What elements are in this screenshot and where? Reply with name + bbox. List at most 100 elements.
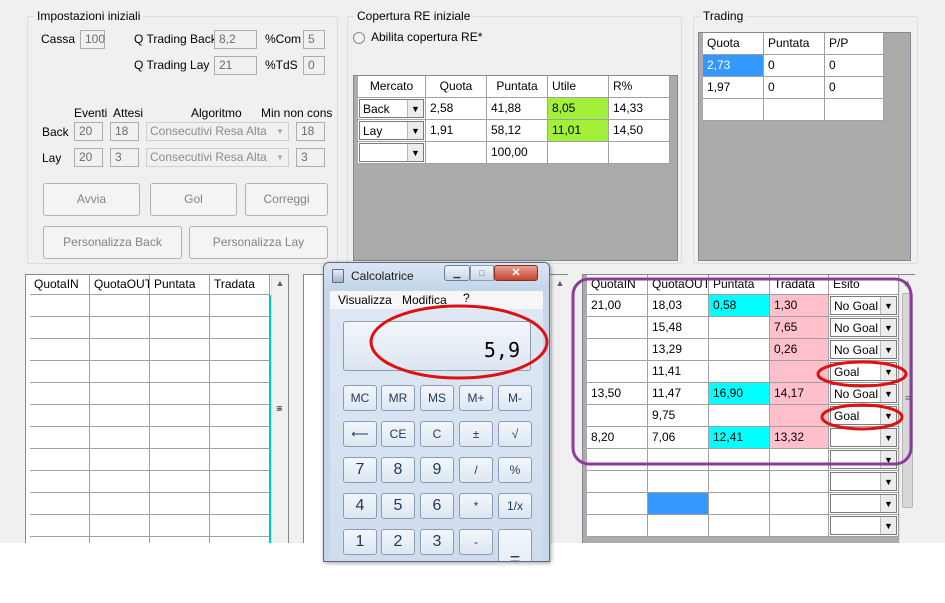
- digit-8-button[interactable]: 8: [381, 457, 415, 483]
- abilita-copertura-label[interactable]: Abilita copertura RE*: [371, 30, 482, 44]
- quotaout-cell[interactable]: [648, 471, 709, 493]
- tradata-cell[interactable]: 0,26: [770, 339, 829, 361]
- avvia-button[interactable]: Avvia: [43, 183, 140, 216]
- quotaout-cell[interactable]: [648, 515, 709, 537]
- correggi-button[interactable]: Correggi: [245, 183, 328, 216]
- subtract-button[interactable]: -: [459, 529, 493, 555]
- chevron-down-icon[interactable]: ▼: [880, 495, 896, 512]
- empty-cell[interactable]: [825, 99, 884, 121]
- chevron-down-icon[interactable]: ▼: [880, 363, 896, 380]
- digit-2-button[interactable]: 2: [381, 529, 415, 555]
- pp-cell[interactable]: 0: [825, 77, 884, 99]
- chevron-down-icon[interactable]: ▼: [880, 473, 896, 490]
- tradata-cell[interactable]: 7,65: [770, 317, 829, 339]
- multiply-button[interactable]: *: [459, 493, 493, 519]
- quotaout-cell[interactable]: [648, 493, 709, 515]
- chevron-down-icon[interactable]: ▼: [880, 451, 896, 468]
- tradata-cell[interactable]: [770, 515, 829, 537]
- puntata-cell[interactable]: 0: [764, 77, 825, 99]
- clear-button[interactable]: C: [420, 421, 454, 447]
- m-minus-button[interactable]: M-: [498, 385, 532, 411]
- quotain-cell[interactable]: 8,20: [587, 427, 648, 449]
- tradata-cell[interactable]: [770, 449, 829, 471]
- digit-6-button[interactable]: 6: [420, 493, 454, 519]
- scroll-up-icon[interactable]: ▲: [900, 275, 915, 292]
- ms-button[interactable]: MS: [420, 385, 454, 411]
- digit-7-button[interactable]: 7: [343, 457, 377, 483]
- digit-1-button[interactable]: 1: [343, 529, 377, 555]
- esito-cell[interactable]: Goal ▼: [829, 361, 899, 383]
- utile-cell[interactable]: [548, 142, 609, 164]
- esito-cell[interactable]: ▼: [829, 427, 899, 449]
- esito-select[interactable]: ▼: [830, 494, 897, 513]
- menu-help[interactable]: ?: [463, 291, 470, 305]
- esito-select[interactable]: No Goal ▼: [830, 340, 897, 359]
- puntata-cell[interactable]: [709, 405, 770, 427]
- tds-input[interactable]: 0: [303, 56, 325, 75]
- quotain-cell[interactable]: [587, 471, 648, 493]
- qlay-input[interactable]: 21: [214, 56, 257, 75]
- chevron-down-icon[interactable]: ▼: [880, 319, 896, 336]
- lay-eventi-input[interactable]: 20: [74, 148, 103, 167]
- empty-cell[interactable]: [764, 99, 825, 121]
- r-percent-cell[interactable]: 14,50: [609, 120, 670, 142]
- esito-select[interactable]: ▼: [830, 450, 897, 469]
- esito-select[interactable]: ▼: [830, 428, 897, 447]
- esito-cell[interactable]: No Goal ▼: [829, 295, 899, 317]
- puntata-cell[interactable]: 41,88: [487, 98, 548, 120]
- esito-cell[interactable]: No Goal ▼: [829, 383, 899, 405]
- mercato-select[interactable]: Back ▼: [359, 99, 424, 118]
- puntata-cell[interactable]: [709, 449, 770, 471]
- chevron-down-icon[interactable]: ▼: [880, 385, 896, 402]
- esito-cell[interactable]: No Goal ▼: [829, 317, 899, 339]
- quotain-cell[interactable]: [587, 493, 648, 515]
- esito-cell[interactable]: ▼: [829, 471, 899, 493]
- digit-5-button[interactable]: 5: [381, 493, 415, 519]
- lay-algoritmo-select[interactable]: Consecutivi Resa Alta ▼: [146, 148, 289, 167]
- r-percent-cell[interactable]: 14,33: [609, 98, 670, 120]
- puntata-cell[interactable]: [709, 339, 770, 361]
- divide-button[interactable]: /: [459, 457, 493, 483]
- chevron-down-icon[interactable]: ▼: [407, 144, 423, 161]
- gol-button[interactable]: Gol: [150, 183, 237, 216]
- close-icon[interactable]: ✕: [494, 265, 538, 281]
- quota-cell[interactable]: 1,91: [426, 120, 487, 142]
- quotain-cell[interactable]: [587, 339, 648, 361]
- equals-button[interactable]: =: [498, 529, 532, 561]
- backspace-button[interactable]: ⟵: [343, 421, 377, 447]
- scroll-up-icon[interactable]: ▲: [552, 275, 568, 292]
- puntata-cell[interactable]: 0: [764, 55, 825, 77]
- tradata-cell[interactable]: [770, 471, 829, 493]
- empty-cell[interactable]: [703, 99, 764, 121]
- m-plus-button[interactable]: M+: [459, 385, 493, 411]
- scroll-up-icon[interactable]: ▲: [272, 275, 288, 292]
- puntata-cell[interactable]: 100,00: [487, 142, 548, 164]
- esito-select[interactable]: No Goal ▼: [830, 318, 897, 337]
- quotaout-cell[interactable]: 7,06: [648, 427, 709, 449]
- esito-cell[interactable]: Goal ▼: [829, 405, 899, 427]
- quotain-cell[interactable]: 13,50: [587, 383, 648, 405]
- quotaout-cell[interactable]: 18,03: [648, 295, 709, 317]
- ce-button[interactable]: CE: [381, 421, 415, 447]
- middle-grid-scrollbar[interactable]: ▲: [551, 275, 568, 543]
- quotain-cell[interactable]: [587, 405, 648, 427]
- quota-cell[interactable]: [426, 142, 487, 164]
- menu-modifica[interactable]: Modifica: [402, 293, 447, 307]
- mc-button[interactable]: MC: [343, 385, 377, 411]
- quotaout-cell[interactable]: 15,48: [648, 317, 709, 339]
- esito-select[interactable]: ▼: [830, 472, 897, 491]
- esito-select[interactable]: ▼: [830, 516, 897, 535]
- puntata-cell[interactable]: 12,41: [709, 427, 770, 449]
- quotaout-cell[interactable]: 11,41: [648, 361, 709, 383]
- quotain-cell[interactable]: 21,00: [587, 295, 648, 317]
- lay-min-input[interactable]: 3: [296, 148, 325, 167]
- esito-select[interactable]: Goal ▼: [830, 406, 897, 425]
- digit-4-button[interactable]: 4: [343, 493, 377, 519]
- r-percent-cell[interactable]: [609, 142, 670, 164]
- chevron-down-icon[interactable]: ▼: [407, 122, 423, 139]
- back-eventi-input[interactable]: 20: [74, 122, 103, 141]
- personalizza-back-button[interactable]: Personalizza Back: [43, 226, 182, 259]
- tradata-cell[interactable]: 13,32: [770, 427, 829, 449]
- percent-button[interactable]: %: [498, 457, 532, 483]
- maximize-icon[interactable]: □: [470, 265, 494, 281]
